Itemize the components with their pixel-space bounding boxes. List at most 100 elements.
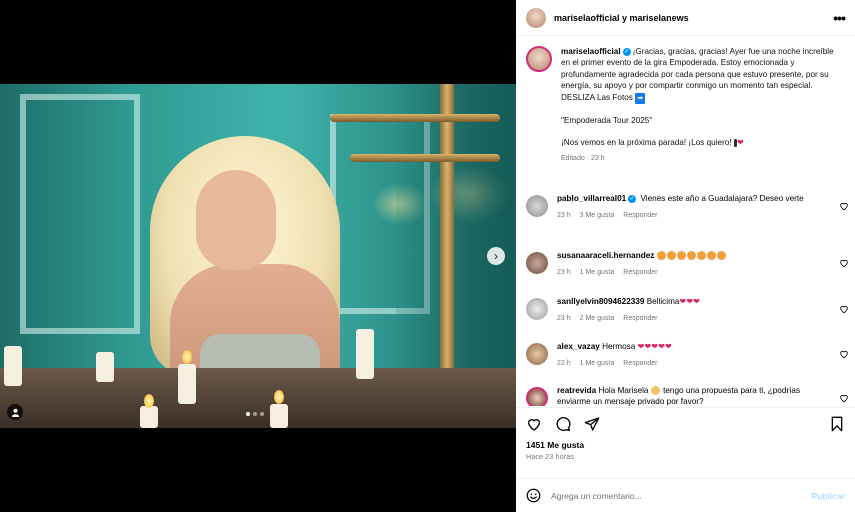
avatar[interactable] (526, 387, 548, 406)
comment-text: Hola Marisela (598, 386, 649, 395)
comments-list[interactable]: mariselaofficial ✓ ¡Gracias, gracias, grac… (516, 40, 855, 406)
comment-body: sanllyelvin8094622339 Bellicima❤❤❤ 23 h … (557, 296, 827, 325)
comment-input[interactable] (551, 490, 812, 501)
heart-icon[interactable] (839, 201, 849, 211)
comment-likes[interactable]: 1 Me gusta (580, 358, 615, 369)
reply-button[interactable]: Responder (623, 358, 657, 369)
comment-username[interactable]: alex_vazay (557, 342, 600, 351)
comment-likes[interactable]: 3 Me gusta (580, 210, 615, 221)
emoji-icon (650, 386, 660, 396)
comment-username[interactable]: susanaaraceli.hernandez (557, 251, 654, 260)
publish-button[interactable]: Publicar (811, 491, 845, 501)
chevron-right-icon[interactable]: › (487, 247, 505, 265)
comment-username[interactable]: sanllyelvin8094622339 (557, 297, 644, 306)
post-author[interactable]: mariselaofficial y mariselanews (554, 13, 833, 23)
carousel-dot (260, 412, 264, 416)
comment-item: susanaaraceli.hernandez 23 h 1 Me gusta … (526, 250, 851, 279)
dinner-table (0, 368, 516, 428)
heart-icon[interactable] (839, 304, 849, 314)
candle (96, 352, 114, 382)
woman-face (196, 170, 276, 270)
comment-likes[interactable]: 1 Me gusta (580, 267, 615, 278)
arrow-icon: ➡ (635, 92, 646, 105)
post-panel: mariselaofficial y mariselanews ••• mari… (516, 0, 855, 512)
share-icon[interactable] (584, 416, 600, 432)
carousel-dots (246, 412, 264, 416)
action-row (516, 408, 855, 432)
comment-time: 22 h (557, 360, 571, 368)
verified-badge-icon: ✓ (622, 47, 631, 56)
emoji-icon (686, 251, 696, 261)
likes-count[interactable]: 1451 Me gusta (516, 432, 855, 450)
comment-icon[interactable] (555, 416, 571, 432)
heart-icon[interactable] (526, 416, 542, 432)
comment-meta: 22 h 1 Me gusta Responder (557, 358, 827, 369)
comment-item: pablo_villarreal01 ✓ Vienes este año a Gu… (526, 193, 851, 222)
comment-body: reatrevida Hola Marisela tengo una propu… (557, 385, 827, 406)
avatar[interactable] (526, 252, 548, 274)
comment-body: susanaaraceli.hernandez 23 h 1 Me gusta … (557, 250, 827, 279)
comment-text: Hermosa (602, 342, 636, 351)
post-photo[interactable] (0, 84, 516, 428)
emoji-icon (676, 251, 686, 261)
comment-meta: 23 h 1 Me gusta Responder (557, 267, 827, 278)
candle (270, 404, 288, 428)
reply-button[interactable]: Responder (623, 267, 657, 278)
media-area: › (0, 0, 516, 512)
comment-likes[interactable]: 2 Me gusta (580, 313, 615, 324)
comment-meta: 23 h 3 Me gusta Responder (557, 210, 827, 221)
heart-emoji: ❤❤❤❤❤ (637, 342, 672, 351)
window-frame (20, 94, 140, 334)
candle (140, 406, 158, 428)
reply-button[interactable]: Responder (623, 210, 657, 221)
comment-username[interactable]: pablo_villarreal01 (557, 194, 626, 203)
candle (4, 346, 22, 386)
comment-body: alex_vazay Hermosa ❤❤❤❤❤ 22 h 1 Me gusta… (557, 341, 827, 370)
caption-username[interactable]: mariselaofficial (561, 47, 621, 56)
heart-icon[interactable] (839, 258, 849, 268)
candle-flame (144, 394, 154, 408)
carousel-dot (253, 412, 257, 416)
emoji-icon (666, 251, 676, 261)
heart-icon[interactable] (839, 349, 849, 359)
avatar[interactable] (526, 343, 548, 365)
comment-text: Vienes este año a Guadalajara? Deseo ver… (640, 194, 804, 203)
avatar[interactable] (526, 298, 548, 320)
comment-text: Bellicima (646, 297, 680, 306)
candelabra-arm (350, 154, 500, 162)
candle-flame (182, 350, 192, 364)
comment-time: 23 h (557, 315, 571, 323)
avatar[interactable] (526, 46, 552, 72)
avatar[interactable] (526, 7, 546, 28)
post-caption: mariselaofficial ✓ ¡Gracias, gracias, grac… (516, 40, 855, 164)
user-tag-icon[interactable] (7, 404, 23, 420)
emoji-icon (656, 251, 666, 261)
post-time: Hace 23 horas (526, 454, 575, 461)
comment-time: 23 h (557, 212, 571, 220)
heart-icon[interactable] (839, 393, 849, 403)
bookmark-icon[interactable] (829, 416, 845, 432)
candelabra-arm (330, 114, 500, 122)
candle-flame (274, 390, 284, 404)
comment-item: alex_vazay Hermosa ❤❤❤❤❤ 22 h 1 Me gusta… (526, 341, 851, 370)
heart-emoji: ❤❤❤ (679, 297, 701, 306)
verified-badge-icon: ✓ (628, 194, 637, 203)
emoji-icon (706, 251, 716, 261)
avatar[interactable] (526, 195, 548, 217)
post-header: mariselaofficial y mariselanews ••• (516, 0, 855, 36)
candelabra (440, 84, 454, 404)
emoji-icon (716, 251, 726, 261)
comment-username[interactable]: reatrevida (557, 386, 596, 395)
comment-body: pablo_villarreal01 ✓ Vienes este año a Gu… (557, 193, 827, 222)
comment-item: sanllyelvin8094622339 Bellicima❤❤❤ 23 h … (526, 296, 851, 325)
caption-text: ¡Nos vemos en la próxima parada! ¡Los qu… (561, 138, 732, 148)
candle (178, 364, 196, 404)
caption-meta: Editado · 23 h (561, 154, 605, 162)
emoji-icon (696, 251, 706, 261)
more-icon[interactable]: ••• (833, 10, 846, 26)
emoji-icon[interactable] (526, 488, 541, 503)
reply-button[interactable]: Responder (623, 313, 657, 324)
caption-body: mariselaofficial ✓ ¡Gracias, gracias, grac… (561, 46, 837, 164)
